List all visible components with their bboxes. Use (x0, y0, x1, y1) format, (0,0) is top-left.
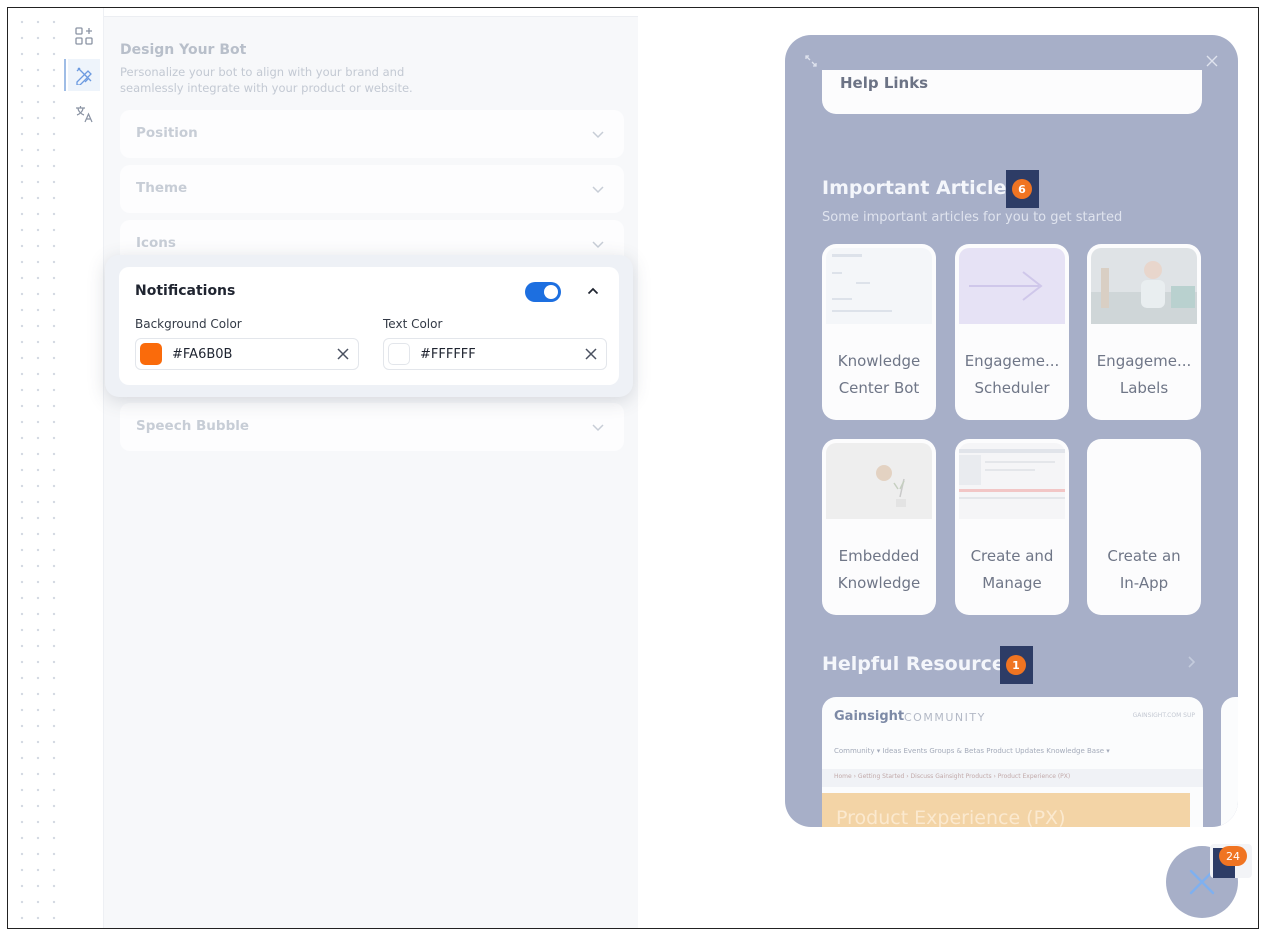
close-icon[interactable] (1206, 55, 1218, 67)
article-title: Embedded Knowledge (837, 547, 921, 592)
text-color-swatch[interactable] (388, 343, 410, 365)
resource-top-links: GAINSIGHT.COM SUP (1132, 712, 1195, 719)
section-label: Speech Bubble (136, 418, 250, 434)
text-color-value: #FFFFFF (420, 347, 476, 362)
canvas-dot-grid (8, 8, 64, 928)
resource-brand-sub: COMMUNITY (904, 711, 986, 724)
panel-subtitle: Personalize your bot to align with your … (120, 65, 413, 95)
background-color-input[interactable]: #FA6B0B (135, 338, 359, 370)
toggle-knob (544, 285, 558, 299)
badge-count: 6 (1012, 179, 1032, 199)
section-label: Theme (136, 180, 188, 196)
chevron-down-icon (592, 241, 604, 249)
article-title: Knowledge Center Bot (837, 352, 921, 397)
badge-count: 1 (1006, 655, 1026, 675)
important-articles-badge: 6 (1006, 170, 1039, 208)
helpful-resources-badge: 1 (1000, 646, 1033, 684)
section-label: Position (136, 125, 198, 141)
section-speech-bubble[interactable]: Speech Bubble (120, 403, 624, 451)
minimize-icon[interactable] (805, 55, 817, 67)
chevron-right-icon[interactable] (1184, 655, 1198, 669)
section-position[interactable]: Position (120, 110, 624, 158)
widgets-add-icon (75, 27, 93, 45)
resource-card-next[interactable] (1221, 697, 1238, 827)
article-thumbnail (959, 443, 1065, 519)
chevron-down-icon (592, 186, 604, 194)
background-color-value: #FA6B0B (172, 347, 233, 362)
article-thumbnail (826, 248, 932, 324)
article-card[interactable]: Engageme... Scheduler (955, 244, 1069, 420)
background-color-swatch[interactable] (140, 343, 162, 365)
rail-translate-button[interactable] (68, 98, 100, 130)
chevron-down-icon (592, 131, 604, 139)
app-frame: Design Your Bot Personalize your bot to … (7, 7, 1259, 929)
resource-brand: Gainsight (834, 709, 905, 724)
resource-card[interactable]: Gainsight COMMUNITY GAINSIGHT.COM SUP Co… (822, 697, 1203, 827)
article-title: Engageme... Labels (1096, 352, 1192, 397)
article-card[interactable]: Embedded Knowledge (822, 439, 936, 615)
bot-preview: Help Links Important Articles 6 Some imp… (785, 35, 1238, 827)
article-thumbnail (959, 248, 1065, 324)
notifications-title: Notifications (135, 283, 236, 299)
help-links-label: Help Links (840, 74, 929, 92)
help-links-card[interactable]: Help Links (822, 70, 1202, 114)
design-panel: Design Your Bot Personalize your bot to … (104, 16, 638, 928)
left-rail (64, 8, 104, 928)
text-color-label: Text Color (383, 317, 443, 331)
article-title: Create an In-App (1107, 547, 1181, 592)
launcher-notification-badge: 24 (1219, 846, 1247, 866)
article-card[interactable]: Create and Manage (955, 439, 1069, 615)
article-thumbnail (1091, 443, 1197, 519)
rail-widgets-button[interactable] (68, 20, 100, 52)
clear-icon[interactable] (584, 347, 598, 361)
notifications-highlight: Notifications Background Color #FA6B0B T… (105, 255, 633, 397)
text-color-input[interactable]: #FFFFFF (383, 338, 607, 370)
background-color-label: Background Color (135, 317, 242, 331)
important-articles-subtitle: Some important articles for you to get s… (822, 210, 1123, 225)
article-card[interactable]: Engageme... Labels (1087, 244, 1201, 420)
panel-title: Design Your Bot (120, 42, 247, 58)
article-card[interactable]: Knowledge Center Bot (822, 244, 936, 420)
resource-breadcrumb: Home › Getting Started › Discuss Gainsig… (822, 769, 1203, 787)
resource-hero: Product Experience (PX) (822, 793, 1190, 827)
chevron-up-icon[interactable] (585, 283, 601, 299)
article-thumbnail (1091, 248, 1197, 324)
article-thumbnail (826, 443, 932, 519)
chevron-down-icon (592, 424, 604, 432)
article-title: Create and Manage (970, 547, 1054, 592)
section-notifications: Notifications Background Color #FA6B0B T… (119, 267, 619, 385)
helpful-resources-title: Helpful Resources (822, 653, 1017, 675)
section-label: Icons (136, 235, 176, 251)
section-theme[interactable]: Theme (120, 165, 624, 213)
notifications-toggle[interactable] (525, 282, 561, 302)
design-tools-icon (76, 67, 92, 85)
resource-nav: Community ▾ Ideas Events Groups & Betas … (834, 747, 1110, 755)
clear-icon[interactable] (336, 347, 350, 361)
important-articles-title: Important Articles (822, 177, 1018, 199)
rail-design-button[interactable] (64, 59, 100, 91)
translate-icon (76, 106, 93, 123)
article-title: Engageme... Scheduler (964, 352, 1060, 397)
article-card[interactable]: Create an In-App (1087, 439, 1201, 615)
